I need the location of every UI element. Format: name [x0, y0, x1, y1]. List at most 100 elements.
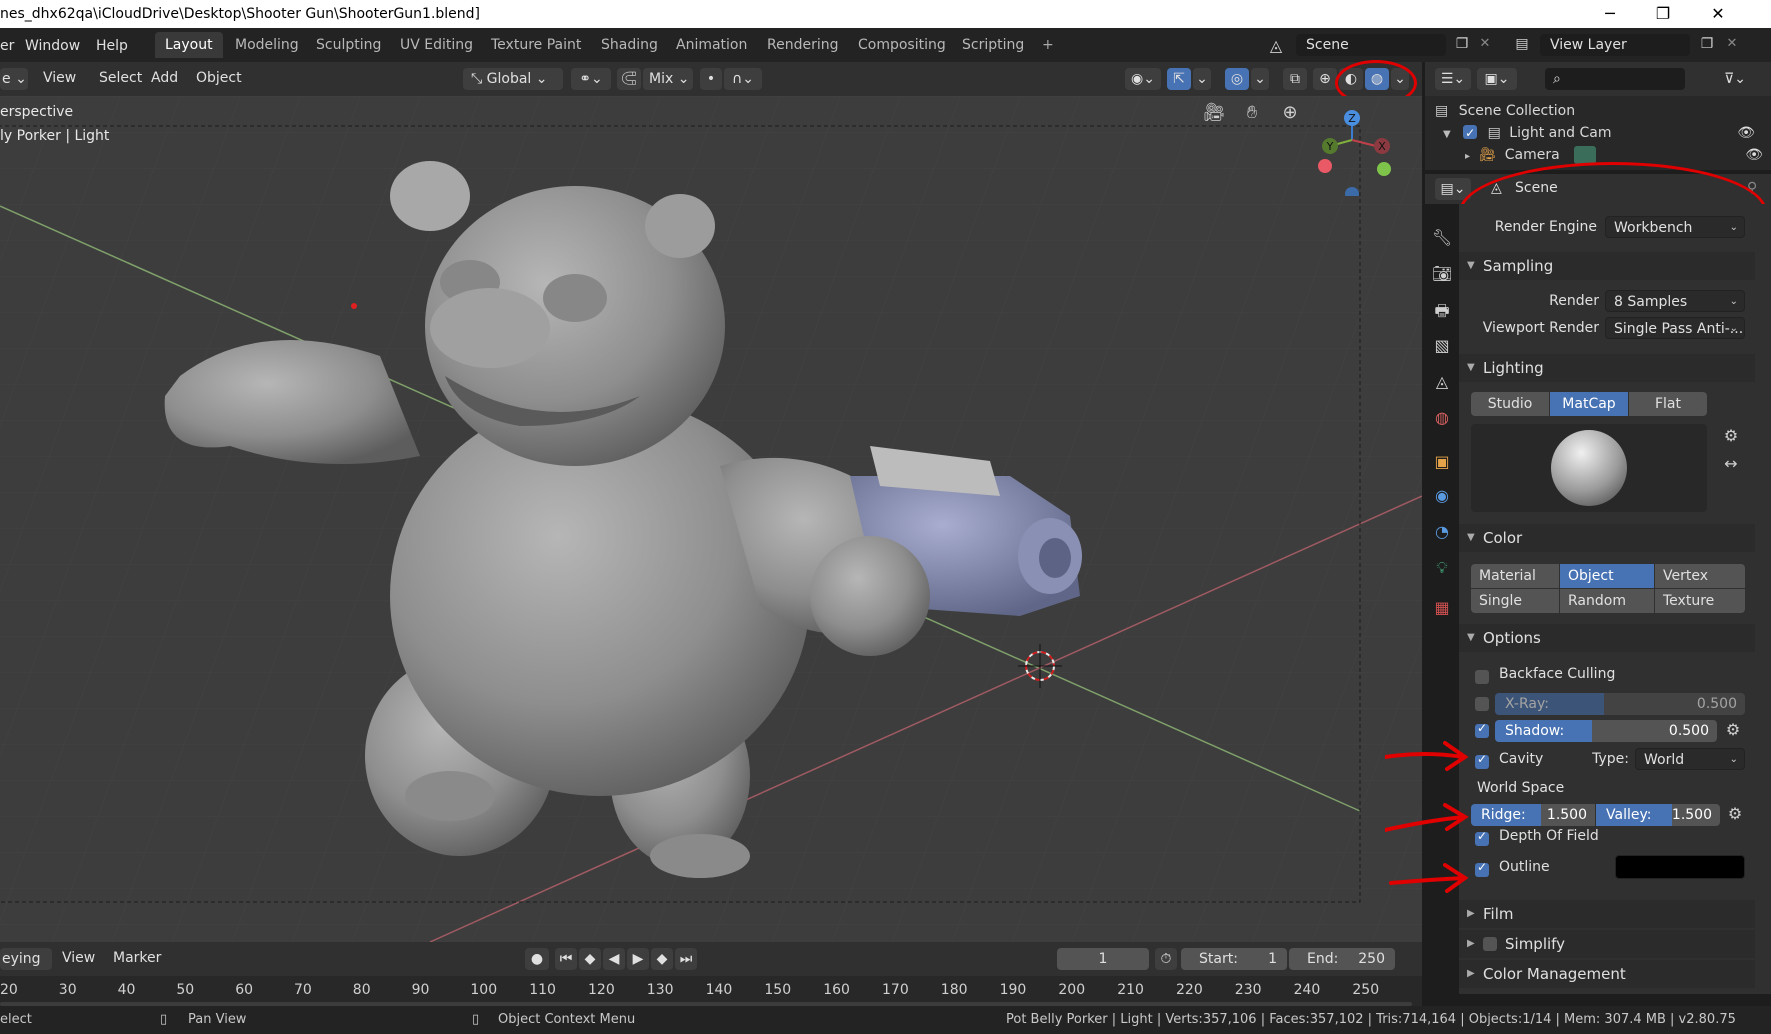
object-tab-icon[interactable]: ▣: [1430, 452, 1454, 471]
keying-dropdown[interactable]: eying ⌄: [0, 948, 52, 989]
timeline-view-menu[interactable]: View: [62, 950, 95, 966]
color-material-button[interactable]: Material: [1471, 564, 1559, 588]
xray-toggle-icon[interactable]: ⧉: [1283, 68, 1307, 90]
preview-range-icon[interactable]: ⏱: [1155, 948, 1177, 970]
xray-slider[interactable]: X-Ray: 0.500: [1495, 693, 1745, 715]
view-layer-icon[interactable]: ▤: [1508, 36, 1536, 52]
color-random-button[interactable]: Random: [1560, 589, 1654, 613]
camera-data-icon[interactable]: [1574, 146, 1597, 164]
color-object-button[interactable]: Object: [1560, 564, 1654, 588]
display-mode-icon[interactable]: ▣⌄: [1477, 68, 1517, 90]
tab-rendering[interactable]: Rendering: [757, 32, 849, 58]
tab-shading[interactable]: Shading: [591, 32, 668, 58]
gizmo-dropdown-icon[interactable]: ⌄: [1193, 68, 1211, 90]
tab-animation[interactable]: Animation: [666, 32, 757, 58]
tab-modeling[interactable]: Modeling: [225, 32, 309, 58]
next-keyframe-icon[interactable]: ◆: [651, 948, 673, 970]
end-frame-field[interactable]: End: 250: [1289, 948, 1395, 970]
outline-color-swatch[interactable]: [1615, 855, 1745, 879]
viewport-render-dropdown[interactable]: Single Pass Anti-... ⌄: [1605, 317, 1745, 339]
overlays-toggle-icon[interactable]: ◎: [1225, 68, 1249, 90]
object-data-tab-icon[interactable]: 💡︎: [1430, 558, 1454, 578]
3d-viewport[interactable]: erspective ly Porker | Light 🎥︎ ✋︎ ⊕ Z Y…: [0, 96, 1422, 942]
shadow-slider[interactable]: Shadow: 0.500: [1495, 720, 1717, 742]
cavity-type-dropdown[interactable]: World ⌄: [1635, 748, 1745, 770]
navigation-gizmo[interactable]: Z Y X: [1300, 96, 1410, 196]
pan-hand-icon[interactable]: ✋︎: [1240, 102, 1264, 123]
tab-uv-editing[interactable]: UV Editing: [390, 32, 483, 58]
render-engine-dropdown[interactable]: Workbench ⌄: [1605, 216, 1745, 238]
outliner-row-scene-collection[interactable]: ▤ Scene Collection: [1435, 100, 1765, 122]
render-tab-icon[interactable]: 📷︎: [1430, 264, 1454, 283]
snap-mode-dropdown[interactable]: Mix ⌄: [643, 68, 693, 90]
visibility-icon[interactable]: ◉⌄: [1125, 68, 1161, 90]
expand-icon[interactable]: ▸: [1465, 151, 1470, 162]
timeline-ruler[interactable]: 20 30 40 50 60 70 80 90 100 110 120 130 140 150 160 170…: [0, 976, 1422, 1006]
camera-view-icon[interactable]: 🎥︎: [1202, 102, 1226, 123]
exclude-checkbox[interactable]: [1463, 122, 1478, 144]
color-management-panel-header[interactable]: ▶ Color Management: [1459, 960, 1755, 988]
modifier-tab-icon[interactable]: ◉: [1430, 486, 1454, 505]
menu-view[interactable]: View: [43, 70, 76, 86]
backface-culling-checkbox[interactable]: [1475, 670, 1489, 684]
tab-texture-paint[interactable]: Texture Paint: [481, 32, 591, 58]
tab-layout[interactable]: Layout: [155, 32, 223, 58]
lighting-panel-header[interactable]: ▼ Lighting: [1459, 354, 1755, 382]
lighting-flat-button[interactable]: Flat: [1629, 392, 1707, 416]
color-panel-header[interactable]: ▼ Color: [1459, 524, 1755, 552]
menu-add[interactable]: Add: [151, 70, 178, 86]
gizmo-toggle-icon[interactable]: ⇱: [1167, 68, 1191, 90]
tab-compositing[interactable]: Compositing: [848, 32, 956, 58]
lighting-studio-button[interactable]: Studio: [1471, 392, 1549, 416]
physics-tab-icon[interactable]: ◔: [1430, 522, 1454, 541]
start-frame-field[interactable]: Start: 1: [1181, 948, 1287, 970]
jump-start-icon[interactable]: ⏮: [555, 948, 577, 970]
cavity-settings-gear-icon[interactable]: ⚙: [1725, 804, 1745, 823]
scene-icon[interactable]: ◬: [1262, 36, 1290, 55]
snap-toggle-icon[interactable]: 🧲︎: [617, 68, 641, 90]
jump-end-icon[interactable]: ⏭: [675, 948, 697, 970]
zoom-icon[interactable]: ⊕: [1278, 102, 1302, 123]
view-layer-field[interactable]: View Layer: [1540, 34, 1690, 56]
sampling-panel-header[interactable]: ▼ Sampling: [1459, 252, 1755, 280]
render-samples-dropdown[interactable]: 8 Samples ⌄: [1605, 290, 1745, 312]
new-scene-icon[interactable]: ❐: [1452, 36, 1472, 52]
options-panel-header[interactable]: ▼ Options: [1459, 624, 1755, 652]
eye-icon[interactable]: 👁︎: [1737, 122, 1755, 144]
color-vertex-button[interactable]: Vertex: [1655, 564, 1745, 588]
add-workspace-button[interactable]: +: [1032, 32, 1064, 58]
tab-scripting[interactable]: Scripting: [952, 32, 1034, 58]
current-frame-field[interactable]: 1: [1057, 948, 1149, 970]
menu-window[interactable]: Window: [25, 35, 80, 57]
output-tab-icon[interactable]: 🖶︎: [1430, 300, 1454, 327]
world-tab-icon[interactable]: ◍: [1430, 408, 1454, 427]
outliner-search-input[interactable]: ⌕: [1545, 68, 1685, 90]
wireframe-shading-icon[interactable]: ⊕: [1313, 68, 1337, 90]
play-icon[interactable]: ▶: [627, 948, 649, 970]
menu-edit[interactable]: er: [0, 35, 14, 57]
eye-icon[interactable]: 👁︎: [1745, 144, 1763, 166]
proportional-edit-icon[interactable]: •: [700, 68, 722, 90]
timeline-marker-menu[interactable]: Marker: [113, 950, 161, 966]
menu-object[interactable]: Object: [196, 70, 242, 86]
mode-dropdown[interactable]: e ⌄: [0, 68, 28, 90]
scene-tab-icon[interactable]: ◬: [1430, 372, 1454, 391]
delete-view-layer-icon[interactable]: ✕: [1722, 36, 1742, 51]
tab-sculpting[interactable]: Sculpting: [306, 32, 391, 58]
maximize-button[interactable]: ❐: [1640, 0, 1686, 28]
falloff-icon[interactable]: ∩⌄: [724, 68, 762, 90]
expand-icon[interactable]: ▼: [1443, 129, 1451, 140]
texture-tab-icon[interactable]: ▦: [1430, 598, 1454, 617]
scene-field[interactable]: Scene: [1296, 34, 1446, 56]
pivot-dropdown[interactable]: ⚭⌄: [571, 68, 611, 90]
matcap-preview[interactable]: [1471, 424, 1707, 512]
filter-icon[interactable]: ⊽⌄: [1717, 68, 1753, 90]
outliner-row-light-and-cam[interactable]: ▼ ▤ Light and Cam 👁︎: [1443, 122, 1763, 144]
prev-keyframe-icon[interactable]: ◆: [579, 948, 601, 970]
minimize-button[interactable]: ─: [1587, 0, 1633, 28]
record-icon[interactable]: ●: [525, 948, 549, 970]
flip-matcap-icon[interactable]: ↔: [1721, 454, 1741, 473]
color-texture-button[interactable]: Texture: [1655, 589, 1745, 613]
close-window-button[interactable]: ✕: [1695, 0, 1741, 28]
valley-slider[interactable]: Valley: 1.500: [1596, 804, 1720, 826]
